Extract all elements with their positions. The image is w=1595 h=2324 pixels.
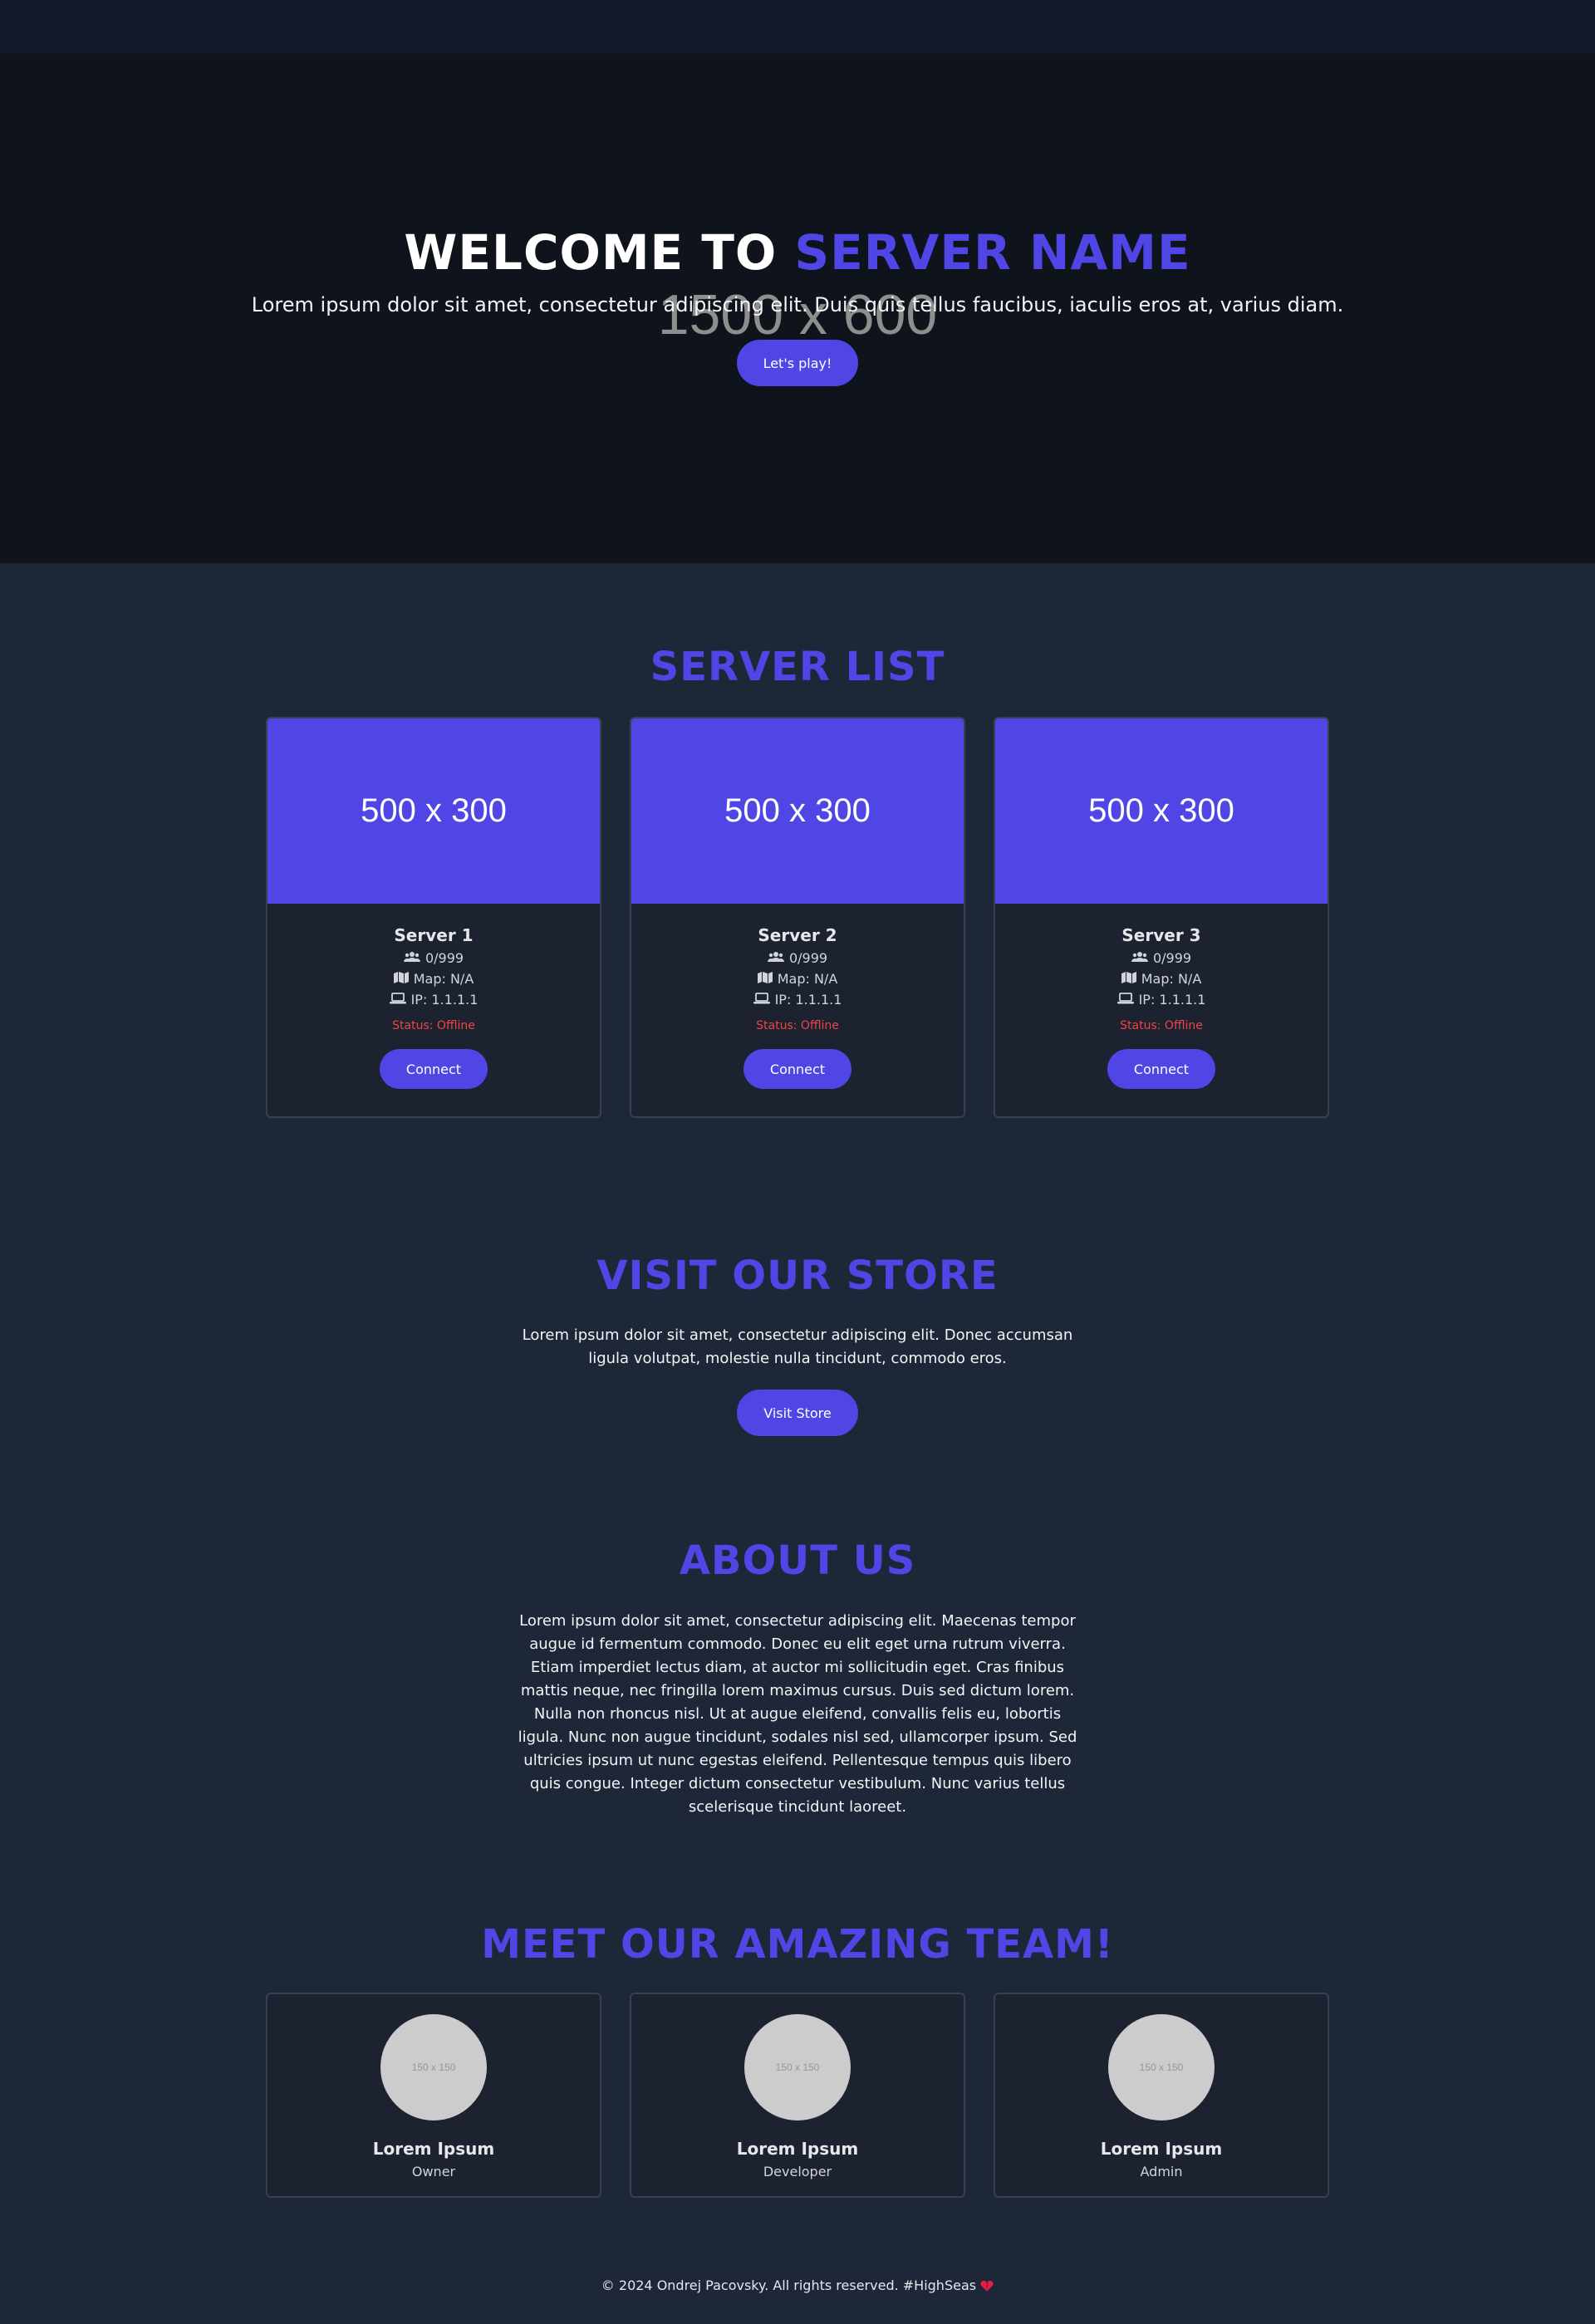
server-players: 0/999	[267, 950, 600, 966]
server-image-placeholder: 500 x 300	[631, 718, 964, 904]
team-member-card: 150 x 150 Lorem Ipsum Owner	[266, 1993, 601, 2198]
server-image-placeholder: 500 x 300	[267, 718, 600, 904]
top-navbar	[0, 0, 1595, 54]
visit-store-button[interactable]: Visit Store	[737, 1390, 858, 1436]
team-member-name: Lorem Ipsum	[372, 2139, 495, 2159]
laptop-icon	[1116, 992, 1134, 1008]
connect-button[interactable]: Connect	[744, 1049, 851, 1089]
server-map-value: Map: N/A	[777, 971, 838, 987]
users-icon	[1131, 950, 1148, 966]
footer-text: © 2024 Ondrej Pacovsky. All rights reser…	[601, 2277, 977, 2293]
server-ip-value: IP: 1.1.1.1	[410, 992, 478, 1008]
server-ip: IP: 1.1.1.1	[631, 992, 964, 1008]
avatar: 150 x 150	[744, 2014, 851, 2121]
hero-subtitle: Lorem ipsum dolor sit amet, consectetur …	[251, 293, 1344, 316]
about-title: ABOUT US	[679, 1537, 916, 1584]
connect-button[interactable]: Connect	[1107, 1049, 1215, 1089]
team-member-card: 150 x 150 Lorem Ipsum Admin	[994, 1993, 1329, 2198]
server-image-placeholder: 500 x 300	[995, 718, 1328, 904]
server-map: Map: N/A	[631, 971, 964, 987]
server-players-value: 0/999	[788, 950, 828, 966]
store-description: Lorem ipsum dolor sit amet, consectetur …	[522, 1326, 1073, 1367]
hero-section: 1500 x 600 WELCOME TO SERVER NAME Lorem …	[0, 54, 1595, 563]
team-member-name: Lorem Ipsum	[736, 2139, 859, 2159]
map-icon	[757, 971, 773, 987]
footer: © 2024 Ondrej Pacovsky. All rights reser…	[0, 2277, 1595, 2293]
hero-title-accent: SERVER NAME	[794, 224, 1191, 281]
connect-button[interactable]: Connect	[380, 1049, 488, 1089]
server-map: Map: N/A	[267, 971, 600, 987]
server-status: Status: Offline	[1120, 1019, 1203, 1032]
server-ip: IP: 1.1.1.1	[267, 992, 600, 1008]
avatar: 150 x 150	[1108, 2014, 1215, 2121]
team-member-name: Lorem Ipsum	[1100, 2139, 1223, 2159]
laptop-icon	[389, 992, 406, 1008]
team-member-role: Developer	[763, 2164, 832, 2179]
server-players-value: 0/999	[1152, 950, 1192, 966]
server-name: Server 3	[1121, 925, 1201, 945]
heart-icon	[980, 2277, 994, 2293]
hero-title: WELCOME TO SERVER NAME	[0, 224, 1595, 281]
server-name: Server 1	[394, 925, 474, 945]
team-member-role: Admin	[1140, 2164, 1183, 2179]
server-players-value: 0/999	[425, 950, 464, 966]
team-member-card: 150 x 150 Lorem Ipsum Developer	[630, 1993, 965, 2198]
map-icon	[393, 971, 409, 987]
server-players: 0/999	[631, 950, 964, 966]
server-map: Map: N/A	[995, 971, 1328, 987]
server-players: 0/999	[995, 950, 1328, 966]
users-icon	[403, 950, 420, 966]
team-member-role: Owner	[411, 2164, 456, 2179]
server-ip-value: IP: 1.1.1.1	[1138, 992, 1206, 1008]
server-list-title: SERVER LIST	[650, 644, 945, 690]
hero-title-prefix: WELCOME TO	[404, 224, 795, 281]
map-icon	[1121, 971, 1136, 987]
server-status: Status: Offline	[392, 1019, 475, 1032]
server-ip: IP: 1.1.1.1	[995, 992, 1328, 1008]
server-card: 500 x 300 Server 3 0/999 Map: N/A IP: 1.…	[994, 717, 1329, 1118]
server-map-value: Map: N/A	[1141, 971, 1202, 987]
lets-play-button[interactable]: Let's play!	[737, 340, 858, 386]
server-card: 500 x 300 Server 2 0/999 Map: N/A IP: 1.…	[630, 717, 965, 1118]
avatar: 150 x 150	[380, 2014, 487, 2121]
laptop-icon	[753, 992, 770, 1008]
team-title: MEET OUR AMAZING TEAM!	[481, 1921, 1114, 1968]
users-icon	[767, 950, 784, 966]
about-description: Lorem ipsum dolor sit amet, consectetur …	[518, 1612, 1077, 1816]
server-ip-value: IP: 1.1.1.1	[774, 992, 842, 1008]
server-card: 500 x 300 Server 1 0/999 Map: N/A IP: 1.…	[266, 717, 601, 1118]
store-title: VISIT OUR STORE	[596, 1253, 999, 1299]
server-name: Server 2	[758, 925, 837, 945]
server-status: Status: Offline	[756, 1019, 839, 1032]
server-map-value: Map: N/A	[413, 971, 474, 987]
